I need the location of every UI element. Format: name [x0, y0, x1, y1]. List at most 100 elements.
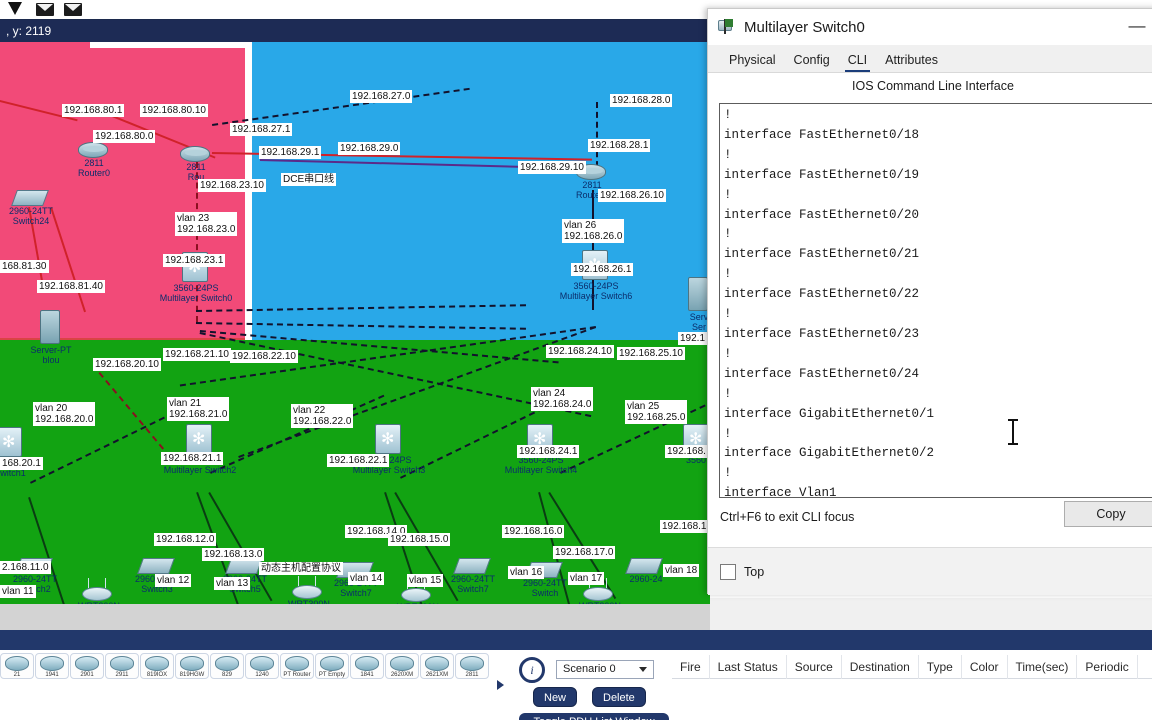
palette-item[interactable]: 819HGW — [175, 653, 209, 679]
envelope-down-icon[interactable] — [64, 0, 84, 18]
window-footer: Top — [708, 547, 1152, 595]
device-multilayer-switch1[interactable]: 24PS Switch1 — [0, 427, 26, 478]
router-icon — [78, 142, 108, 158]
palette-item[interactable]: PT Router — [280, 653, 314, 679]
device-label: 2960-24TT Switch24 — [8, 206, 54, 226]
device-palette[interactable]: 21 1941 2901 2911 819IOX 819HGW 829 1240 PT Rout… — [0, 650, 490, 720]
tab-config[interactable]: Config — [785, 49, 839, 72]
topology-workspace[interactable]: 2811 Router0 2811 Rou 2811 Router3 2960-… — [0, 42, 710, 604]
cli-line: interface FastEthernet0/22 — [724, 287, 920, 302]
device-multilayer-switch2[interactable]: 3560-24PS Multilayer Switch2 — [164, 424, 236, 475]
pdu-column-header[interactable]: Fire — [672, 654, 710, 679]
device-label: 2960-24TT Switch7 — [450, 574, 496, 594]
cli-line: interface FastEthernet0/23 — [724, 326, 920, 341]
topology-label: 192.168.15.0 — [388, 533, 451, 546]
topology-label: vlan 18 — [663, 564, 700, 577]
pdu-column-header[interactable]: Destination — [842, 654, 919, 679]
device-switch24[interactable]: 2960-24TT Switch24 — [9, 190, 53, 226]
scenario-select[interactable]: Scenario 0 — [556, 660, 654, 679]
topology-label: 192.168. — [665, 445, 708, 458]
window-tabs[interactable]: Physical Config CLI Attributes — [708, 45, 1152, 73]
palette-item[interactable]: 1240 — [245, 653, 279, 679]
device-server-pt-right[interactable]: Serv Ser — [688, 277, 708, 332]
window-body: IOS Command Line Interface ! interface Fa… — [708, 73, 1152, 595]
palette-item[interactable]: 2811 — [455, 653, 489, 679]
device-multilayer-switch3[interactable]: 3560-24PS Multilayer Switch3 — [353, 424, 425, 475]
device-switch3[interactable]: 2960-24TT Switch3 — [135, 558, 179, 594]
router-icon — [145, 656, 169, 671]
topology-label: 2.168.11.0 — [0, 561, 51, 574]
topology-label: vlan 26 192.168.26.0 — [562, 219, 625, 243]
palette-item[interactable]: 829 — [210, 653, 244, 679]
device-wrt300n-4[interactable]: WRT300N — [579, 578, 621, 604]
tab-cli[interactable]: CLI — [839, 49, 876, 72]
wireless-router-icon — [82, 578, 112, 601]
topology-label: 192.168.80.10 — [140, 104, 208, 117]
device-label: 2811 Router0 — [77, 158, 111, 178]
palette-item-label: 1841 — [360, 672, 374, 678]
pdu-column-header[interactable]: Type — [919, 654, 962, 679]
topology-label: vlan 11 — [0, 585, 36, 598]
topology-label: DCE串口线 — [281, 173, 337, 186]
tab-attributes[interactable]: Attributes — [876, 49, 947, 72]
device-wrt300n-1[interactable]: WRT300N — [78, 578, 120, 604]
pdu-column-header[interactable]: Source — [787, 654, 842, 679]
cli-output[interactable]: ! interface FastEthernet0/18! interface Fa… — [719, 103, 1152, 498]
router-icon — [40, 656, 64, 671]
new-scenario-button[interactable]: New — [533, 687, 578, 707]
text-cursor-icon — [1008, 419, 1018, 445]
toggle-pdu-list-button[interactable]: Toggle PDU List Window — [519, 713, 669, 720]
router-icon — [390, 656, 414, 671]
device-window[interactable]: Multilayer Switch0 — Physical Config CLI At… — [707, 8, 1152, 595]
palette-item-label: 2901 — [80, 672, 94, 678]
palette-item[interactable]: 2901 — [70, 653, 104, 679]
palette-item[interactable]: 2620XM — [385, 653, 419, 679]
palette-item[interactable]: 1841 — [350, 653, 384, 679]
topology-label: 192.168.17.0 — [553, 546, 616, 559]
device-wrt300n-3[interactable]: WRT300N — [397, 579, 439, 604]
palette-item[interactable]: 21 — [0, 653, 34, 679]
minimize-button[interactable]: — — [1120, 17, 1152, 39]
palette-item[interactable]: 819IOX — [140, 653, 174, 679]
device-switch7b[interactable]: 2960-24TT Switch7 — [451, 558, 495, 594]
pdu-column-header[interactable]: Last Status — [710, 654, 787, 679]
device-router0[interactable]: 2811 Router0 — [78, 142, 110, 178]
expand-arrow-icon[interactable] — [497, 680, 504, 690]
topology-label: 192.168.29.0 — [338, 142, 401, 155]
topology-label: 192.168.81.40 — [37, 280, 105, 293]
main-toolbar — [0, 0, 710, 20]
tab-physical[interactable]: Physical — [720, 49, 785, 72]
router-icon — [250, 656, 274, 671]
cli-hint-text: Ctrl+F6 to exit CLI focus — [720, 510, 855, 524]
top-checkbox[interactable] — [720, 563, 736, 580]
device-wrt300n-2[interactable]: WRT300N — [288, 576, 330, 604]
pdu-column-header[interactable]: Color — [962, 654, 1008, 679]
device-switch9[interactable]: 2960-24 — [625, 558, 663, 584]
router-icon — [5, 656, 29, 671]
device-server-pt-blou[interactable]: Server-PT blou — [30, 310, 72, 365]
copy-button[interactable]: Copy — [1064, 501, 1152, 527]
palette-item[interactable]: 2621XM — [420, 653, 454, 679]
device-label: 3560-24PS Multilayer Switch0 — [159, 283, 233, 303]
palette-item[interactable]: PT Empty — [315, 653, 349, 679]
palette-item[interactable]: 1941 — [35, 653, 69, 679]
device-label: Serv Ser — [689, 312, 709, 332]
delete-scenario-button[interactable]: Delete — [592, 687, 646, 707]
router-icon — [460, 656, 484, 671]
device-router1[interactable]: 2811 Rou — [180, 146, 210, 182]
topology-label: 192.168.80.1 — [62, 104, 125, 117]
window-title: Multilayer Switch0 — [744, 18, 865, 36]
palette-item-label: 2811 — [465, 672, 479, 678]
cli-line: ! — [724, 108, 732, 122]
arrow-icon[interactable] — [8, 0, 28, 18]
window-titlebar[interactable]: Multilayer Switch0 — — [708, 9, 1152, 45]
palette-item-label: 819HGW — [179, 672, 205, 678]
pdu-column-header[interactable]: Periodic — [1077, 654, 1138, 679]
cli-line: ! — [724, 147, 732, 162]
palette-item[interactable]: 2911 — [105, 653, 139, 679]
topology-label: 192.168.80.0 — [93, 130, 156, 143]
envelope-icon[interactable] — [36, 0, 56, 18]
pdu-column-header[interactable]: Time(sec) — [1008, 654, 1078, 679]
device-window-icon — [718, 19, 736, 35]
info-icon[interactable]: i — [519, 657, 545, 683]
